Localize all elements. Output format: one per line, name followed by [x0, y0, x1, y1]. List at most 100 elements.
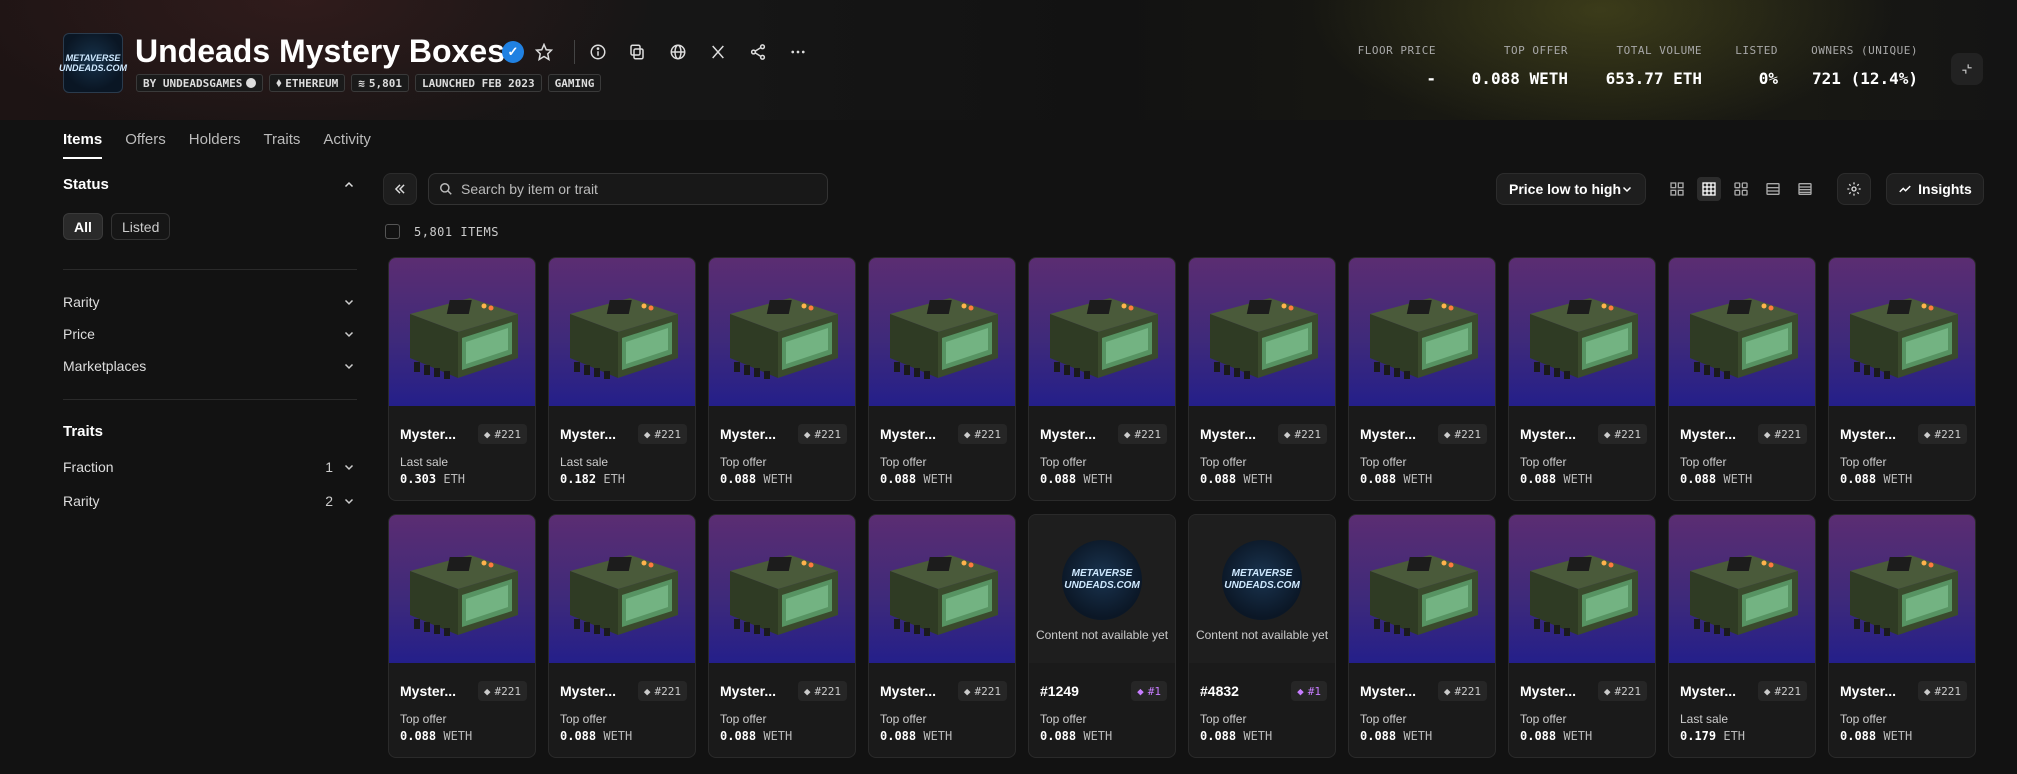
item-image[interactable] [1509, 258, 1655, 406]
item-card[interactable]: Myster... ◆ #221 Top offer 0.088 WETH [1828, 514, 1976, 758]
item-card[interactable]: Myster... ◆ #221 Top offer 0.088 WETH [1028, 257, 1176, 501]
search-input[interactable] [461, 181, 801, 197]
item-card[interactable]: Myster... ◆ #221 Last sale 0.179 ETH [1668, 514, 1816, 758]
item-image[interactable] [1829, 258, 1975, 406]
insights-button[interactable]: Insights [1886, 173, 1984, 205]
more-options-icon[interactable] [786, 40, 810, 64]
item-card[interactable]: Myster... ◆ #221 Top offer 0.088 WETH [708, 514, 856, 758]
item-image[interactable] [1669, 258, 1815, 406]
settings-button[interactable] [1837, 173, 1871, 205]
tab-activity[interactable]: Activity [323, 131, 371, 159]
collapse-header-button[interactable] [1951, 53, 1983, 85]
item-image[interactable] [1029, 258, 1175, 406]
item-image[interactable] [1669, 515, 1815, 663]
item-image[interactable] [1189, 258, 1335, 406]
filter-rarity[interactable]: Rarity [63, 294, 355, 310]
item-card[interactable]: Myster... ◆ #221 Top offer 0.088 WETH [708, 257, 856, 501]
price-currency: WETH [763, 472, 793, 486]
trait-rarity[interactable]: Rarity 2 [63, 493, 355, 509]
rarity-rank-badge: ◆ #221 [477, 424, 527, 444]
item-card[interactable]: Myster... ◆ #221 Last sale 0.303 ETH [388, 257, 536, 501]
item-image[interactable] [1349, 515, 1495, 663]
item-name: Myster... [400, 683, 457, 699]
stat-owners: OWNERS (UNIQUE) 721 (12.4%) [1796, 44, 1918, 88]
item-card[interactable]: Myster... ◆ #221 Top offer 0.088 WETH [1668, 257, 1816, 501]
collection-logo[interactable]: METAVERSE UNDEADS.COM [59, 33, 127, 93]
stat-value: 721 (12.4%) [1812, 69, 1918, 88]
rarity-rank-badge: ◆ #221 [797, 681, 847, 701]
info-icon[interactable] [586, 40, 610, 64]
item-name-row: Myster... ◆ #221 [720, 424, 847, 444]
star-icon[interactable] [532, 40, 556, 64]
tag-category[interactable]: GAMING [547, 74, 602, 92]
search-box[interactable] [428, 173, 828, 205]
rarity-rank: #221 [1454, 427, 1482, 441]
select-all-checkbox[interactable] [385, 224, 400, 239]
tab-items[interactable]: Items [63, 131, 103, 159]
item-image[interactable] [549, 258, 695, 406]
view-grid-medium-button[interactable] [1697, 177, 1721, 201]
item-card[interactable]: METAVERSE UNDEADS.COM Content not availa… [1028, 514, 1176, 758]
tab-offers[interactable]: Offers [125, 131, 166, 159]
item-image[interactable] [1509, 515, 1655, 663]
mystery-box-image [410, 555, 518, 636]
tab-traits[interactable]: Traits [263, 131, 300, 159]
item-image[interactable]: METAVERSE UNDEADS.COM Content not availa… [1189, 515, 1335, 663]
status-listed-pill[interactable]: Listed [111, 213, 171, 240]
sort-label: Price low to high [1509, 181, 1622, 197]
item-image[interactable] [1349, 258, 1495, 406]
sort-dropdown[interactable]: Price low to high [1496, 173, 1646, 205]
price-amount: 0.088 [880, 729, 917, 743]
price-currency: ETH [443, 472, 466, 486]
tab-holders[interactable]: Holders [189, 131, 241, 159]
item-image[interactable]: METAVERSE UNDEADS.COM Content not availa… [1029, 515, 1175, 663]
diamond-icon: ◆ [1443, 684, 1451, 698]
status-filter-header[interactable]: Status [63, 176, 355, 193]
item-image[interactable] [709, 515, 855, 663]
item-count: 5,801 ITEMS [414, 224, 499, 239]
item-card[interactable]: Myster... ◆ #221 Top offer 0.088 WETH [548, 514, 696, 758]
view-grid-small-button[interactable] [1665, 177, 1689, 201]
item-card[interactable]: Myster... ◆ #221 Top offer 0.088 WETH [1348, 514, 1496, 758]
item-card[interactable]: Myster... ◆ #221 Top offer 0.088 WETH [868, 514, 1016, 758]
item-name-row: Myster... ◆ #221 [1840, 681, 1967, 701]
status-all-pill[interactable]: All [63, 213, 103, 240]
item-image[interactable] [389, 258, 535, 406]
price-amount: 0.303 [400, 472, 437, 486]
item-card[interactable]: Myster... ◆ #221 Top offer 0.088 WETH [868, 257, 1016, 501]
item-image[interactable] [1829, 515, 1975, 663]
filter-rarity-label: Rarity [63, 294, 100, 310]
sidebar-divider [63, 399, 357, 400]
item-image[interactable] [869, 258, 1015, 406]
item-card[interactable]: Myster... ◆ #221 Top offer 0.088 WETH [1508, 257, 1656, 501]
view-table-button[interactable] [1793, 177, 1817, 201]
collapse-sidebar-button[interactable] [383, 173, 417, 205]
view-grid-large-button[interactable] [1729, 177, 1753, 201]
tag-creator[interactable]: BY UNDEADSGAMES [136, 74, 264, 92]
globe-icon[interactable] [666, 40, 690, 64]
item-name: #1249 [1040, 683, 1079, 699]
chevron-down-icon [1622, 186, 1632, 193]
copy-icon[interactable] [625, 40, 649, 64]
share-icon[interactable] [746, 40, 770, 64]
view-list-button[interactable] [1761, 177, 1785, 201]
item-card[interactable]: Myster... ◆ #221 Top offer 0.088 WETH [388, 514, 536, 758]
item-image[interactable] [869, 515, 1015, 663]
item-card[interactable]: Myster... ◆ #221 Top offer 0.088 WETH [1508, 514, 1656, 758]
trait-fraction-label: Fraction [63, 459, 114, 475]
item-image[interactable] [709, 258, 855, 406]
filter-price[interactable]: Price [63, 326, 355, 342]
item-card[interactable]: Myster... ◆ #221 Top offer 0.088 WETH [1828, 257, 1976, 501]
item-image[interactable] [549, 515, 695, 663]
stat-label: TOP OFFER [1503, 44, 1568, 57]
filter-marketplaces[interactable]: Marketplaces [63, 358, 355, 374]
x-twitter-icon[interactable] [706, 40, 730, 64]
item-card[interactable]: Myster... ◆ #221 Last sale 0.182 ETH [548, 257, 696, 501]
item-card[interactable]: Myster... ◆ #221 Top offer 0.088 WETH [1188, 257, 1336, 501]
trait-fraction[interactable]: Fraction 1 [63, 459, 355, 475]
rarity-rank-badge: ◆ #221 [1757, 424, 1807, 444]
rarity-rank: #221 [1134, 427, 1162, 441]
item-card[interactable]: Myster... ◆ #221 Top offer 0.088 WETH [1348, 257, 1496, 501]
item-image[interactable] [389, 515, 535, 663]
item-card[interactable]: METAVERSE UNDEADS.COM Content not availa… [1188, 514, 1336, 758]
